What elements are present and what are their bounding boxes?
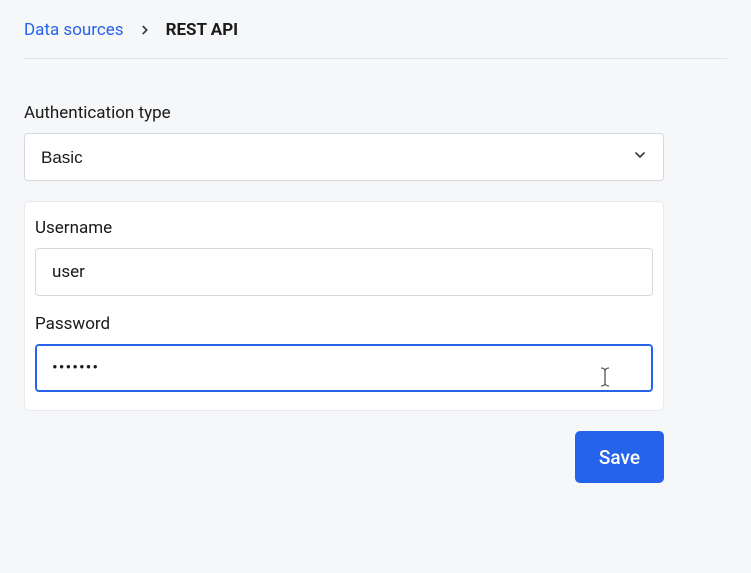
auth-type-label: Authentication type — [24, 103, 727, 123]
save-button[interactable]: Save — [575, 431, 664, 483]
breadcrumb-link-data-sources[interactable]: Data sources — [24, 20, 124, 40]
username-input[interactable] — [35, 248, 653, 296]
auth-type-select[interactable]: Basic — [24, 133, 664, 181]
button-row: Save — [24, 431, 664, 483]
breadcrumb-current: REST API — [166, 20, 239, 40]
auth-type-select-wrapper: Basic — [24, 133, 664, 181]
password-field-group: Password — [35, 314, 653, 392]
breadcrumb: Data sources REST API — [24, 20, 727, 59]
credentials-card: Username Password — [24, 201, 664, 411]
username-field-group: Username — [35, 218, 653, 296]
password-input[interactable] — [35, 344, 653, 392]
chevron-right-icon — [138, 23, 152, 37]
password-label: Password — [35, 314, 653, 334]
username-label: Username — [35, 218, 653, 238]
